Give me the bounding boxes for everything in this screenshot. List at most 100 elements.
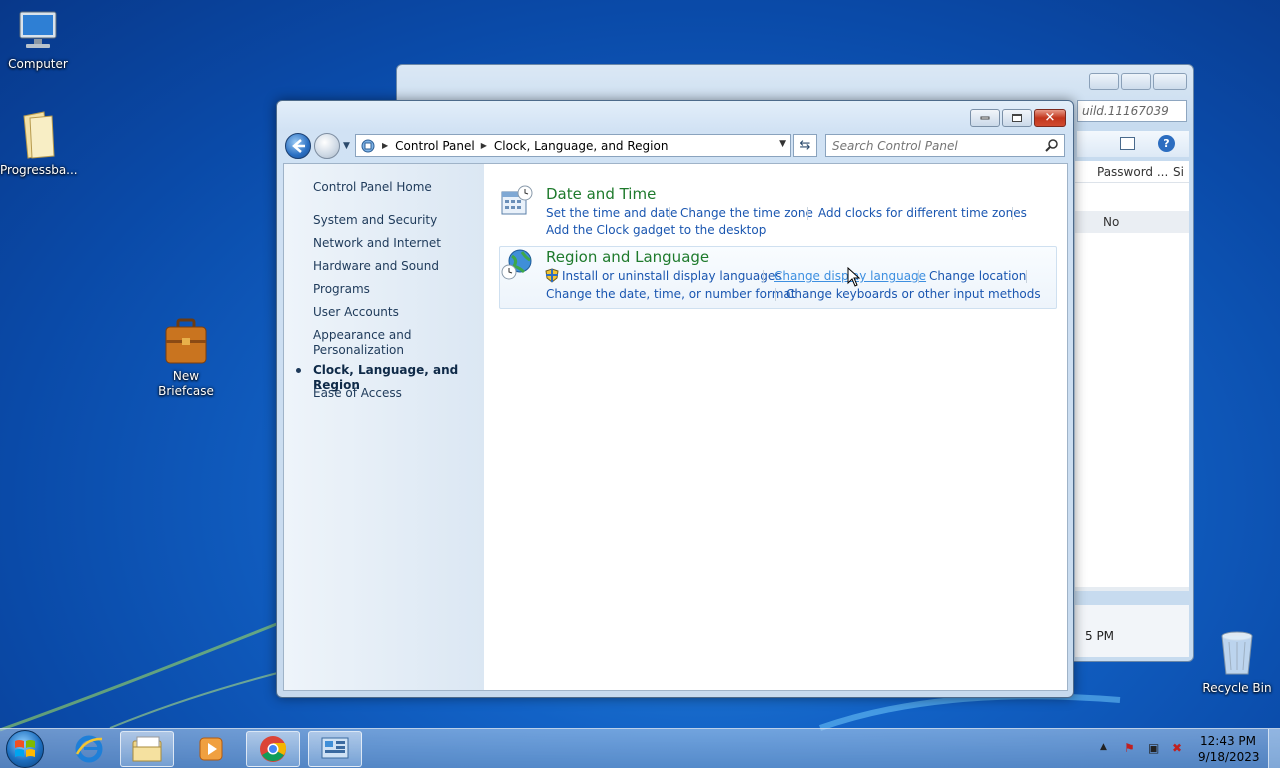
link-change-time-zone[interactable]: Change the time zone [680, 206, 813, 220]
address-text: uild.11167039 [1082, 104, 1169, 118]
recycle-bin-icon [1221, 631, 1253, 675]
breadcrumb-clock-language-region[interactable]: Clock, Language, and Region [494, 139, 669, 153]
preview-pane-icon[interactable] [1120, 137, 1135, 150]
close-button[interactable]: ✕ [1034, 109, 1066, 127]
maximize-icon [1012, 114, 1022, 122]
desktop-icon-label: Progressba... [0, 163, 78, 177]
desktop-icon-label: Recycle Bin [1202, 681, 1272, 695]
background-details-pane: 5 PM [1075, 605, 1189, 657]
address-dropdown[interactable]: ▼ [779, 139, 786, 149]
media-player-icon [199, 737, 223, 761]
search-icon[interactable] [1045, 138, 1059, 152]
clock-date: 9/18/2023 [1198, 750, 1260, 764]
sidebar-item-system-security[interactable]: System and Security [313, 213, 478, 228]
close-button[interactable] [1153, 73, 1187, 90]
date-time-icon[interactable] [500, 184, 534, 218]
sidebar-item-user-accounts[interactable]: User Accounts [313, 305, 478, 320]
internet-explorer-icon [75, 735, 103, 763]
taskbar-internet-explorer[interactable] [62, 731, 116, 767]
recent-pages-dropdown[interactable]: ▼ [343, 141, 350, 151]
uac-shield-icon [545, 268, 559, 283]
background-toolbar: ? [1077, 131, 1189, 157]
sidebar-item-appearance[interactable]: Appearance and Personalization [313, 328, 423, 358]
control-panel-window[interactable]: ✕ ▼ ▶ Control Panel ▶ Clock, Language, a… [276, 100, 1074, 698]
taskbar-media-player[interactable] [184, 731, 238, 767]
table-row[interactable]: No [1075, 211, 1189, 233]
show-hidden-icons-arrow[interactable]: ▲ [1100, 742, 1107, 752]
chrome-icon [260, 736, 287, 762]
desktop-icon-new-briefcase[interactable]: New Briefcase [148, 318, 224, 399]
caption-buttons: ✕ [970, 109, 1066, 127]
forward-button[interactable] [314, 133, 340, 159]
horizontal-scrollbar[interactable] [1075, 587, 1189, 591]
link-set-time-date[interactable]: Set the time and date [546, 206, 677, 220]
link-separator [775, 288, 776, 301]
background-content: Password ... Si No [1075, 161, 1189, 591]
computer-icon [19, 11, 57, 48]
current-item-bullet [296, 368, 301, 373]
link-add-clocks[interactable]: Add clocks for different time zones [818, 206, 1027, 220]
sidebar-item-ease-of-access[interactable]: Ease of Access [313, 386, 478, 401]
briefcase-icon [165, 318, 207, 364]
sidebar-item-control-panel-home[interactable]: Control Panel Home [313, 180, 478, 195]
link-change-location[interactable]: Change location [929, 269, 1026, 283]
address-bar[interactable]: ▶ Control Panel ▶ Clock, Language, and R… [355, 134, 791, 157]
minimize-button[interactable] [970, 109, 1000, 127]
region-language-icon[interactable] [500, 248, 534, 282]
sidebar-item-programs[interactable]: Programs [313, 282, 478, 297]
maximize-button[interactable] [1121, 73, 1151, 90]
refresh-icon: ⇆ [799, 138, 811, 153]
link-install-display-languages[interactable]: Install or uninstall display languages [562, 269, 782, 283]
background-address-bar[interactable]: uild.11167039 [1077, 100, 1187, 122]
link-separator [1012, 207, 1013, 220]
start-button[interactable] [6, 730, 44, 768]
taskbar-control-panel[interactable] [308, 731, 362, 767]
category-title-region-language[interactable]: Region and Language [546, 248, 709, 266]
navigation-bar: ▼ ▶ Control Panel ▶ Clock, Language, and… [285, 132, 1065, 160]
desktop-icon-label: Computer [8, 57, 68, 71]
volume-muted-icon[interactable]: ✖ [1172, 741, 1182, 755]
link-separator [918, 270, 919, 283]
background-window-caption-buttons [1089, 73, 1187, 90]
folder-icon [132, 736, 162, 762]
desktop-icon-progressbar-folder[interactable]: Progressba... [0, 110, 78, 178]
taskbar: ▲ ⚑ ▣ ✖ 12:43 PM 9/18/2023 [0, 728, 1280, 768]
sidebar-item-network-internet[interactable]: Network and Internet [313, 236, 478, 251]
column-header[interactable]: Password ... Si [1075, 161, 1189, 183]
maximize-button[interactable] [1002, 109, 1032, 127]
search-box[interactable] [825, 134, 1065, 157]
search-input[interactable] [826, 135, 1036, 156]
desktop-icon-computer[interactable]: Computer [0, 10, 76, 72]
help-icon[interactable]: ? [1158, 135, 1175, 152]
main-content: Date and Time Set the time and date Chan… [484, 164, 1067, 690]
link-change-date-format[interactable]: Change the date, time, or number format [546, 287, 795, 301]
minimize-button[interactable] [1089, 73, 1119, 90]
back-button[interactable] [285, 133, 311, 159]
desktop-icon-recycle-bin[interactable]: Recycle Bin [1199, 630, 1275, 696]
action-center-flag-icon[interactable]: ⚑ [1124, 741, 1135, 755]
link-change-keyboards[interactable]: Change keyboards or other input methods [786, 287, 1041, 301]
taskbar-windows-explorer[interactable] [120, 731, 174, 767]
breadcrumb-control-panel[interactable]: Control Panel [395, 139, 475, 153]
refresh-button[interactable]: ⇆ [793, 134, 817, 157]
sidebar: Control Panel Home System and Security N… [284, 164, 484, 690]
link-separator [1026, 270, 1027, 283]
link-separator [669, 207, 670, 220]
show-desktop-button[interactable] [1268, 729, 1280, 768]
desktop-icon-label: New Briefcase [158, 369, 214, 398]
windows-logo-icon [15, 740, 35, 757]
sidebar-item-hardware-sound[interactable]: Hardware and Sound [313, 259, 478, 274]
link-add-clock-gadget[interactable]: Add the Clock gadget to the desktop [546, 223, 766, 237]
network-icon[interactable]: ▣ [1148, 741, 1159, 755]
breadcrumb-separator[interactable]: ▶ [481, 141, 487, 150]
folder-icon [23, 111, 55, 159]
mouse-cursor-icon [847, 267, 861, 287]
system-tray: ▲ ⚑ ▣ ✖ 12:43 PM 9/18/2023 [1080, 729, 1280, 768]
category-title-date-time[interactable]: Date and Time [546, 185, 656, 203]
breadcrumb-separator[interactable]: ▶ [382, 141, 388, 150]
link-separator [807, 207, 808, 220]
taskbar-chrome[interactable] [246, 731, 300, 767]
control-panel-icon [321, 737, 349, 759]
window-body: Control Panel Home System and Security N… [283, 163, 1068, 691]
clock[interactable]: 12:43 PM 9/18/2023 [1198, 733, 1260, 765]
